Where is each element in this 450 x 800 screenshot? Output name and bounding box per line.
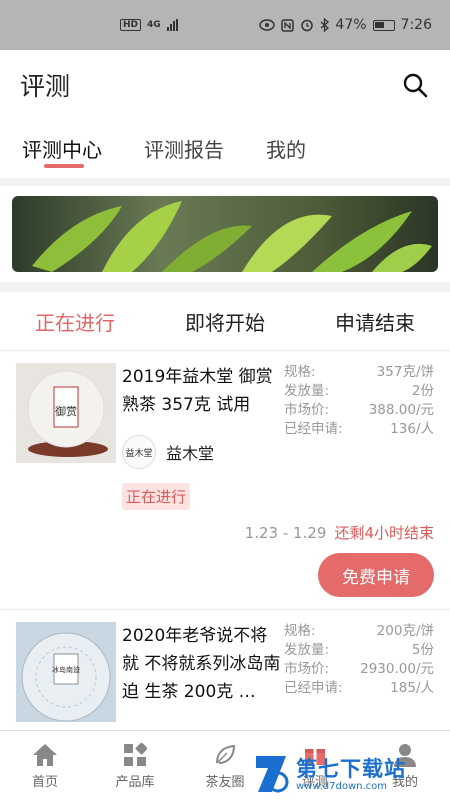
product-name[interactable]: 2019年益木堂 御赏 熟茶 357克 试用 xyxy=(122,363,282,419)
nav-home[interactable]: 首页 xyxy=(0,731,90,800)
battery-icon xyxy=(372,19,395,31)
spec-value: 5份 xyxy=(411,642,434,658)
thumbnail-label: 冰岛南迫 xyxy=(52,665,80,674)
spec-label: 市场价: xyxy=(284,402,330,418)
spec-list: 规格: 357克/饼 发放量: 2份 市场价: 388.00/元 已经申请: 136/人 xyxy=(282,363,434,469)
spec-value: 2份 xyxy=(411,383,434,399)
free-apply-button[interactable]: 免费申请 xyxy=(318,553,434,597)
spec-label: 规格: xyxy=(284,623,316,639)
battery-percent: 47% xyxy=(335,17,367,33)
home-icon xyxy=(33,744,57,766)
bluetooth-icon xyxy=(320,18,330,32)
watermark-logo-icon xyxy=(256,756,289,793)
nav-label: 首页 xyxy=(31,775,58,790)
header: 评测 xyxy=(0,50,450,120)
status-bar: HD 4G 47% 7:26 xyxy=(0,0,450,50)
spec-label: 市场价: xyxy=(284,661,330,677)
status-badge: 正在进行 xyxy=(122,483,191,510)
list-item[interactable]: 冰岛南迫 2020年老爷说不将就 不将就系列冰岛南迫 生茶 200克 … 规格:… xyxy=(0,609,450,722)
network-type: 4G xyxy=(147,20,161,30)
date-range: 1.23 - 1.29 xyxy=(244,523,327,542)
brand-logo: 益木堂 xyxy=(122,435,156,469)
spec-label: 已经申请: xyxy=(284,421,343,437)
watermark-url: www.d7down.com xyxy=(296,780,388,792)
product-thumbnail[interactable]: 冰岛南迫 xyxy=(16,622,116,722)
banner-image[interactable] xyxy=(12,196,438,272)
search-button[interactable] xyxy=(400,70,430,100)
list-item[interactable]: 御赏 2019年益木堂 御赏 熟茶 357克 试用 益木堂 益木堂 规格: 357… xyxy=(0,350,450,597)
tab-review-reports[interactable]: 评测报告 xyxy=(144,120,224,178)
tab-upcoming[interactable]: 即将开始 xyxy=(150,307,300,336)
leaf-icon xyxy=(216,744,236,764)
tab-mine[interactable]: 我的 xyxy=(266,120,306,178)
alarm-icon xyxy=(301,19,314,32)
spec-value: 185/人 xyxy=(390,680,434,696)
spec-label: 发放量: xyxy=(284,383,330,399)
product-name[interactable]: 2020年老爷说不将就 不将就系列冰岛南迫 生茶 200克 … xyxy=(122,622,282,706)
hd-indicator: HD xyxy=(120,19,142,31)
signal-icon xyxy=(166,19,178,31)
product-list: 御赏 2019年益木堂 御赏 熟茶 357克 试用 益木堂 益木堂 规格: 357… xyxy=(0,350,450,730)
spec-value: 200克/饼 xyxy=(376,623,434,639)
clock: 7:26 xyxy=(400,17,432,33)
site-watermark: 第七下载站 www.d7down.com xyxy=(252,748,450,800)
nav-label: 茶友圈 xyxy=(205,775,245,790)
spec-label: 已经申请: xyxy=(284,680,343,696)
main-tabs: 评测中心 评测报告 我的 xyxy=(0,120,450,178)
time-remaining: 还剩4小时结束 xyxy=(334,524,434,542)
spec-label: 规格: xyxy=(284,364,316,380)
page-title: 评测 xyxy=(20,72,71,101)
eye-icon xyxy=(259,19,276,31)
spec-value: 388.00/元 xyxy=(368,402,434,418)
thumbnail-label: 御赏 xyxy=(55,404,77,418)
tab-ongoing[interactable]: 正在进行 xyxy=(0,307,150,336)
tab-ended[interactable]: 申请结束 xyxy=(300,307,450,336)
nav-product-library[interactable]: 产品库 xyxy=(90,731,180,800)
tab-review-center[interactable]: 评测中心 xyxy=(22,120,102,178)
search-icon xyxy=(403,73,428,98)
spec-value: 2930.00/元 xyxy=(360,661,434,677)
watermark-title: 第七下载站 xyxy=(296,756,406,781)
status-tabs: 正在进行 即将开始 申请结束 xyxy=(0,292,450,350)
nfc-icon xyxy=(281,18,295,32)
spec-list: 规格: 200克/饼 发放量: 5份 市场价: 2930.00/元 已经申请: 185/… xyxy=(282,622,434,722)
spec-value: 136/人 xyxy=(390,421,434,437)
banner-container xyxy=(0,186,450,282)
brand-name: 益木堂 xyxy=(166,444,215,463)
product-thumbnail[interactable]: 御赏 xyxy=(16,363,116,463)
spec-label: 发放量: xyxy=(284,642,330,658)
nav-label: 产品库 xyxy=(115,775,155,790)
spec-value: 357克/饼 xyxy=(376,364,434,380)
grid-icon xyxy=(124,743,147,766)
